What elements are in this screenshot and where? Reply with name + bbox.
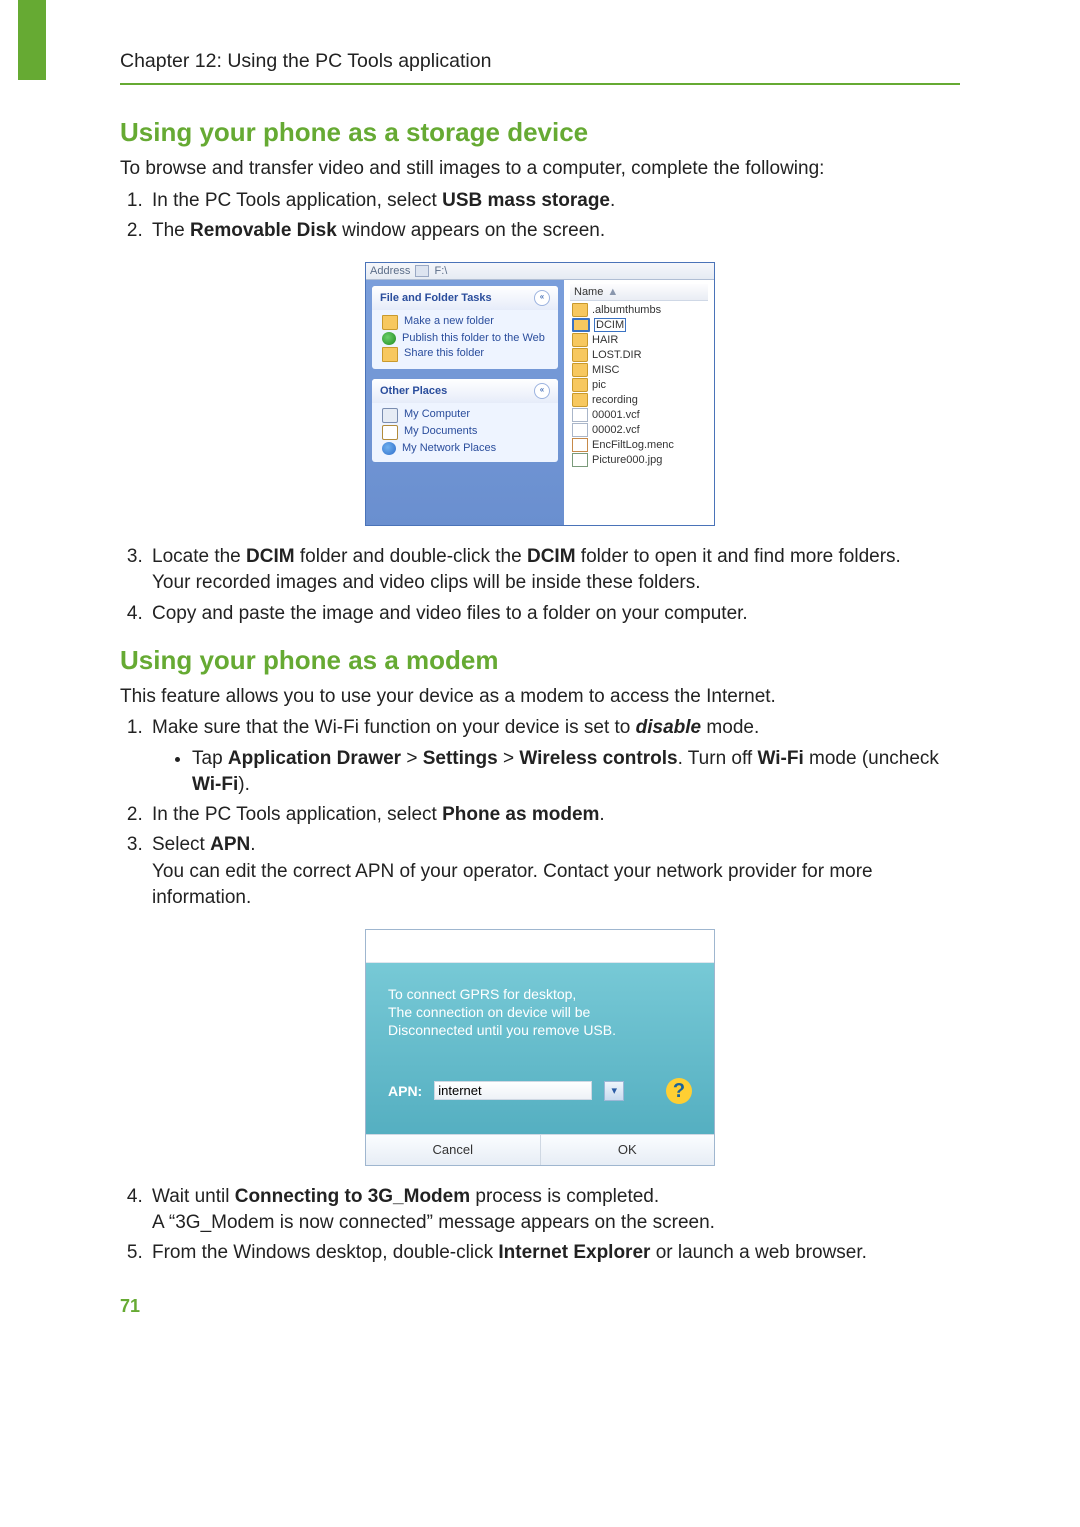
section2-step4: Wait until Connecting to 3G_Modem proces… xyxy=(148,1184,960,1236)
image-icon xyxy=(572,453,588,467)
share-icon xyxy=(382,347,398,362)
apn-input[interactable] xyxy=(434,1081,592,1100)
section2-step1: Make sure that the Wi-Fi function on you… xyxy=(148,715,960,798)
file-item[interactable]: 00002.vcf xyxy=(570,423,708,438)
file-item-dcim[interactable]: DCIM xyxy=(570,318,708,333)
figure-apn-dialog: To connect GPRS for desktop, The connect… xyxy=(365,929,715,1166)
file-folder-tasks-panel: File and Folder Tasks « Make a new folde… xyxy=(372,286,558,369)
world-icon xyxy=(382,332,396,345)
section1-step2: The Removable Disk window appears on the… xyxy=(148,218,960,244)
file-item[interactable]: recording xyxy=(570,393,708,408)
ok-button[interactable]: OK xyxy=(541,1135,715,1165)
place-network-places[interactable]: My Network Places xyxy=(372,441,558,456)
folder-icon xyxy=(572,348,588,362)
computer-icon xyxy=(382,408,398,423)
section2-steps: Make sure that the Wi-Fi function on you… xyxy=(120,715,960,911)
collapse-icon[interactable]: « xyxy=(534,383,550,399)
task-make-folder[interactable]: Make a new folder xyxy=(372,314,558,331)
section1-step3: Locate the DCIM folder and double-click … xyxy=(148,544,960,596)
page-content: Chapter 12: Using the PC Tools applicati… xyxy=(0,0,1080,1357)
file-item[interactable]: HAIR xyxy=(570,333,708,348)
place-my-computer[interactable]: My Computer xyxy=(372,407,558,424)
apn-label: APN: xyxy=(388,1083,422,1099)
help-icon[interactable]: ? xyxy=(666,1078,692,1104)
apn-dropdown-button[interactable]: ▾ xyxy=(604,1081,624,1101)
page-number: 71 xyxy=(120,1296,960,1317)
apn-msg-line2: The connection on device will be xyxy=(388,1003,692,1021)
section1-steps: In the PC Tools application, select USB … xyxy=(120,188,960,244)
column-header-name[interactable]: Name▲ xyxy=(570,284,708,301)
documents-icon xyxy=(382,425,398,440)
section2-steps-cont: Wait until Connecting to 3G_Modem proces… xyxy=(120,1184,960,1267)
vcard-icon xyxy=(572,408,588,422)
task-share-folder[interactable]: Share this folder xyxy=(372,346,558,363)
section2-step2: In the PC Tools application, select Phon… xyxy=(148,802,960,828)
cancel-button[interactable]: Cancel xyxy=(366,1135,541,1165)
file-item[interactable]: .albumthumbs xyxy=(570,303,708,318)
file-item[interactable]: EncFiltLog.menc xyxy=(570,438,708,453)
explorer-file-list: Name▲ .albumthumbs DCIM HAIR LOST.DIR MI… xyxy=(564,280,714,525)
network-icon xyxy=(382,442,396,455)
section1-step1: In the PC Tools application, select USB … xyxy=(148,188,960,214)
drive-icon xyxy=(415,265,429,277)
file-item[interactable]: Picture000.jpg xyxy=(570,453,708,468)
section1-steps-cont: Locate the DCIM folder and double-click … xyxy=(120,544,960,627)
folder-icon xyxy=(572,333,588,347)
apn-msg-line3: Disconnected until you remove USB. xyxy=(388,1021,692,1039)
vcard-icon xyxy=(572,423,588,437)
section2-step3: Select APN. You can edit the correct APN… xyxy=(148,832,960,911)
folder-icon xyxy=(572,318,590,332)
section2-intro: This feature allows you to use your devi… xyxy=(120,684,960,710)
folder-icon xyxy=(382,315,398,330)
other-places-panel: Other Places « My Computer My Documents … xyxy=(372,379,558,462)
page-tab-decoration xyxy=(18,0,46,80)
file-item[interactable]: 00001.vcf xyxy=(570,408,708,423)
folder-icon xyxy=(572,378,588,392)
file-icon xyxy=(572,438,588,452)
section1-step4: Copy and paste the image and video files… xyxy=(148,601,960,627)
folder-icon xyxy=(572,303,588,317)
file-item[interactable]: pic xyxy=(570,378,708,393)
explorer-address-bar: Address F:\ xyxy=(366,263,714,280)
section-title-storage: Using your phone as a storage device xyxy=(120,117,960,148)
collapse-icon[interactable]: « xyxy=(534,290,550,306)
section2-step1-bullet: Tap Application Drawer > Settings > Wire… xyxy=(192,746,960,798)
chapter-header: Chapter 12: Using the PC Tools applicati… xyxy=(120,50,960,85)
folder-icon xyxy=(572,363,588,377)
apn-msg-line1: To connect GPRS for desktop, xyxy=(388,985,692,1003)
apn-dialog-titlebar xyxy=(366,930,714,963)
explorer-sidebar: File and Folder Tasks « Make a new folde… xyxy=(366,280,564,525)
task-publish-web[interactable]: Publish this folder to the Web xyxy=(372,331,558,346)
section1-intro: To browse and transfer video and still i… xyxy=(120,156,960,182)
address-value: F:\ xyxy=(434,265,447,277)
section-title-modem: Using your phone as a modem xyxy=(120,645,960,676)
file-item[interactable]: LOST.DIR xyxy=(570,348,708,363)
folder-icon xyxy=(572,393,588,407)
section2-step5: From the Windows desktop, double-click I… xyxy=(148,1240,960,1266)
figure-removable-disk: Address F:\ File and Folder Tasks « Make… xyxy=(365,262,715,526)
file-item[interactable]: MISC xyxy=(570,363,708,378)
place-my-documents[interactable]: My Documents xyxy=(372,424,558,441)
